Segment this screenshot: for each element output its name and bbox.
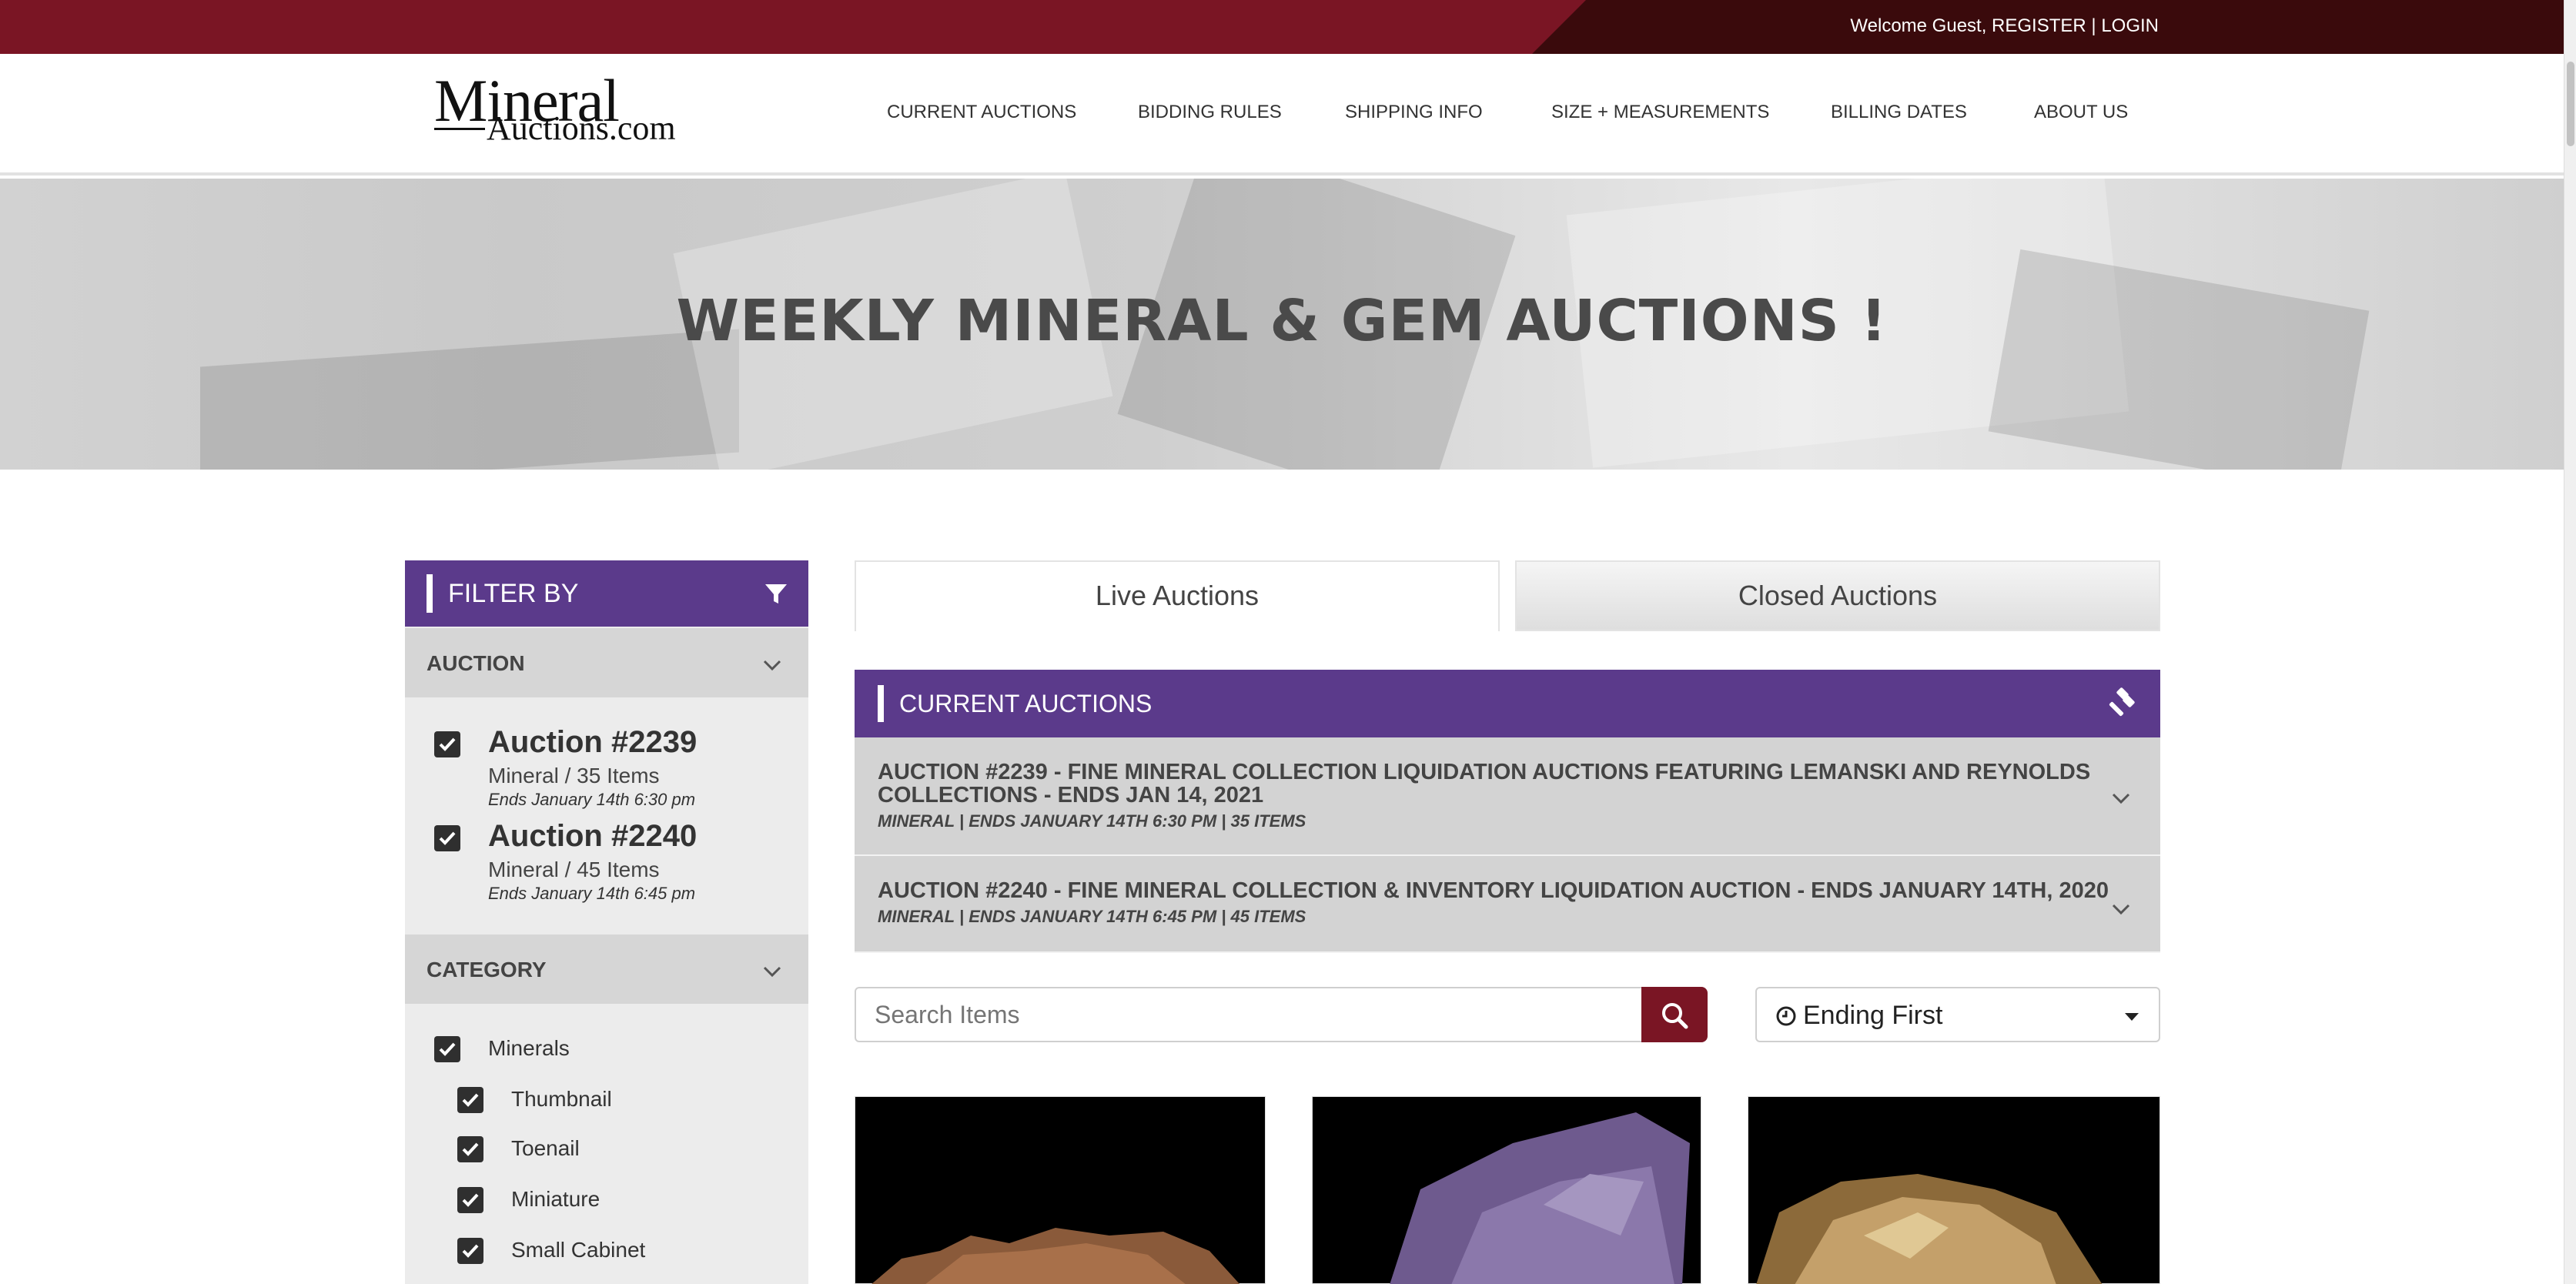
item-card[interactable] (855, 1096, 1266, 1284)
tab-closed-auctions[interactable]: Closed Auctions (1515, 560, 2160, 631)
hero-crystal-shape (1988, 249, 2370, 470)
item-image (1390, 1112, 1690, 1284)
nav-shipping-info[interactable]: SHIPPING INFO (1345, 102, 1483, 123)
login-link[interactable]: LOGIN (2101, 15, 2159, 36)
chevron-down-icon (2112, 793, 2130, 804)
sort-value: Ending First (1803, 1001, 1943, 1030)
search-input[interactable] (855, 987, 1643, 1042)
category-section-header[interactable]: CATEGORY (405, 935, 808, 1004)
chevron-down-icon (2112, 904, 2130, 915)
nav-bidding-rules[interactable]: BIDDING RULES (1138, 102, 1282, 123)
category-minerals-label: Minerals (488, 1036, 570, 1060)
auction-row-title: AUCTION #2240 - FINE MINERAL COLLECTION … (878, 878, 2109, 903)
chevron-down-icon (763, 660, 781, 671)
tab-live-auctions[interactable]: Live Auctions (855, 560, 1500, 631)
category-toenail-label: Toenail (511, 1136, 580, 1160)
auction-2240-end: Ends January 14th 6:45 pm (488, 884, 696, 903)
auction-2239-subtitle: Mineral / 35 Items (488, 764, 660, 787)
auction-2240-title: Auction #2240 (488, 819, 698, 853)
item-card[interactable] (1312, 1096, 1701, 1284)
page-scrollbar[interactable] (2564, 0, 2576, 1284)
auction-row-title: AUCTION #2239 - FINE MINERAL COLLECTION … (878, 760, 2091, 808)
logo-line2: Auctions.com (487, 109, 676, 147)
clock-icon (1776, 1006, 1796, 1026)
nav-current-auctions[interactable]: CURRENT AUCTIONS (887, 102, 1076, 123)
category-section-title: CATEGORY (427, 958, 547, 981)
register-link[interactable]: REGISTER (1992, 15, 2086, 36)
search-icon (1662, 1003, 1688, 1029)
nav-billing-dates[interactable]: BILLING DATES (1831, 102, 1967, 123)
item-image (871, 1228, 1240, 1284)
nav-about-us[interactable]: ABOUT US (2034, 102, 2128, 123)
logo-rule (434, 128, 485, 130)
auction-2240-checkbox[interactable] (434, 825, 460, 851)
hero-title: WEEKLY MINERAL & GEM AUCTIONS ! (676, 288, 1888, 354)
auction-2239-end: Ends January 14th 6:30 pm (488, 790, 696, 809)
auction-section-header[interactable]: AUCTION (405, 628, 808, 697)
sort-select[interactable]: Ending First (1755, 987, 2160, 1042)
item-image (1756, 1174, 2103, 1284)
auction-2239-title: Auction #2239 (488, 725, 698, 759)
category-minerals-checkbox[interactable] (434, 1036, 460, 1062)
chevron-down-icon (763, 966, 781, 978)
filter-header-accent (427, 574, 433, 613)
category-miniature-label: Miniature (511, 1187, 601, 1211)
current-auctions-header: CURRENT AUCTIONS (855, 670, 2160, 737)
category-miniature-checkbox[interactable] (457, 1187, 483, 1213)
filter-header: FILTER BY (405, 560, 808, 627)
auction-row-2240[interactable]: AUCTION #2240 - FINE MINERAL COLLECTION … (855, 856, 2160, 953)
category-thumbnail-checkbox[interactable] (457, 1087, 483, 1113)
search-button[interactable] (1641, 987, 1708, 1042)
auction-row-meta: MINERAL | ENDS JANUARY 14TH 6:45 PM | 45… (878, 907, 1306, 926)
category-small-cabinet-label: Small Cabinet (511, 1238, 646, 1262)
nav-size-measurements[interactable]: SIZE + MEASUREMENTS (1551, 102, 1769, 123)
filter-sidebar: FILTER BY AUCTION Auction #2239 Mineral … (405, 560, 808, 1284)
caret-down-icon (2125, 1013, 2139, 1021)
filter-icon[interactable] (764, 582, 788, 607)
top-bar: Welcome Guest, REGISTER | LOGIN (0, 0, 2564, 54)
category-small-cabinet-checkbox[interactable] (457, 1238, 483, 1264)
site-header: Mineral Auctions.com CURRENT AUCTIONS BI… (0, 54, 2564, 176)
auction-row-2239[interactable]: AUCTION #2239 - FINE MINERAL COLLECTION … (855, 737, 2160, 856)
auction-2239-checkbox[interactable] (434, 731, 460, 757)
category-toenail-checkbox[interactable] (457, 1136, 483, 1162)
welcome-text: Welcome Guest, REGISTER | LOGIN (1850, 15, 2159, 37)
current-auctions-accent (878, 685, 884, 722)
site-logo[interactable]: Mineral Auctions.com (434, 71, 711, 148)
current-auctions-title: CURRENT AUCTIONS (899, 690, 1153, 717)
hero-banner: WEEKLY MINERAL & GEM AUCTIONS ! (0, 179, 2564, 470)
filter-title: FILTER BY (448, 579, 579, 608)
welcome-label: Welcome Guest, (1850, 15, 1987, 36)
category-thumbnail-label: Thumbnail (511, 1087, 612, 1111)
item-card[interactable] (1748, 1096, 2160, 1284)
link-separator: | (2091, 15, 2096, 36)
auction-2240-subtitle: Mineral / 45 Items (488, 858, 660, 881)
scrollbar-thumb[interactable] (2567, 62, 2574, 146)
gavel-icon (2109, 687, 2135, 717)
auction-row-meta: MINERAL | ENDS JANUARY 14TH 6:30 PM | 35… (878, 811, 1306, 831)
auction-section-title: AUCTION (427, 651, 525, 675)
